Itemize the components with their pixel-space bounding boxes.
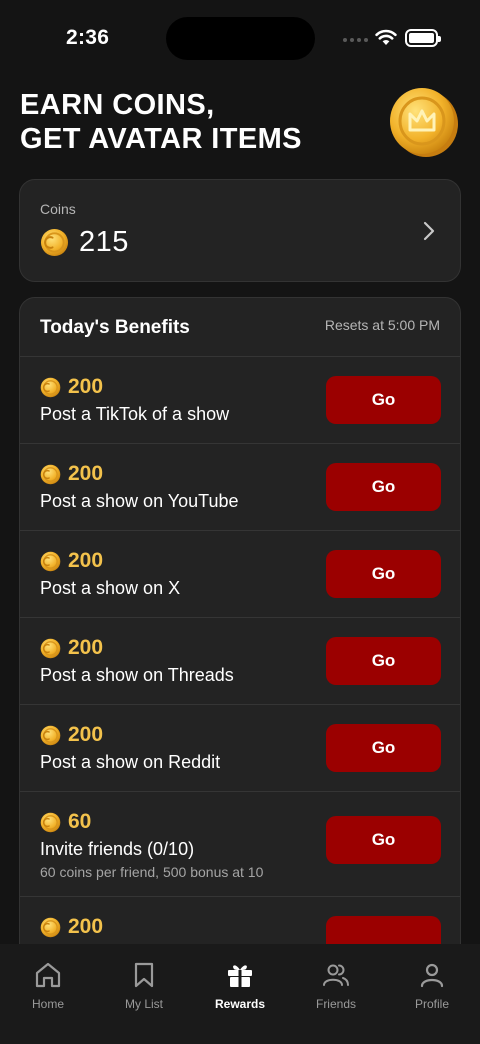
tab-friends[interactable]: Friends [288, 944, 384, 1044]
status-time: 2:36 [66, 26, 110, 49]
battery-icon [405, 29, 441, 47]
task-reward-amount: 200 [68, 462, 104, 485]
task-subtitle: 60 coins per friend, 500 bonus at 10 [40, 864, 264, 880]
task-reward: 200 [40, 915, 103, 939]
coin-icon [40, 377, 61, 397]
task-reward: 200 [40, 549, 103, 573]
task-title: Post a TikTok of a show [40, 404, 230, 424]
benefit-task-tiktok: 200 Post a TikTok of a show Go [20, 357, 460, 444]
gift-icon [228, 965, 252, 987]
home-icon [35, 962, 61, 988]
coin-icon [40, 228, 69, 257]
task-reward-amount: 200 [68, 636, 104, 659]
profile-icon [420, 963, 444, 988]
task-reward-amount: 60 [68, 810, 92, 833]
task-title: Post a show on Reddit [40, 752, 221, 772]
tab-my-list[interactable]: My List [96, 944, 192, 1044]
benefit-task-threads: 200 Post a show on Threads Go [20, 618, 460, 705]
benefits-header: Today's Benefits Resets at 5:00 PM [20, 298, 460, 357]
go-button-threads[interactable]: Go [326, 637, 441, 685]
task-reward: 60 [40, 810, 91, 834]
task-reward-amount: 200 [68, 915, 104, 938]
tab-profile[interactable]: Profile [384, 944, 480, 1044]
bookmark-icon [134, 962, 154, 988]
coins-balance-card[interactable]: Coins 215 [19, 179, 461, 282]
coin-icon [40, 638, 61, 658]
friends-icon [323, 964, 349, 986]
tab-rewards[interactable]: Rewards [192, 944, 288, 1044]
task-title: Invite friends (0/10) [40, 839, 195, 859]
coin-icon [40, 464, 61, 484]
benefits-title: Today's Benefits [40, 317, 190, 338]
coin-icon [40, 917, 61, 937]
cellular-signal-icon [343, 38, 368, 42]
tab-friends-label: Friends [315, 997, 356, 1011]
task-reward-amount: 200 [68, 375, 104, 398]
task-title: Post a show on YouTube [40, 491, 239, 511]
go-button-reddit[interactable]: Go [326, 724, 441, 772]
coins-balance-value: 215 [79, 226, 129, 258]
status-bar: 2:36 [0, 0, 480, 76]
bottom-tab-bar: Home My List Rewards Friends Profile [0, 944, 480, 1044]
page-title-line-2: GET AVATAR ITEMS [20, 123, 302, 155]
task-reward: 200 [40, 462, 103, 486]
crown-coin-icon [390, 88, 458, 157]
coin-icon [40, 812, 61, 832]
wifi-icon [375, 29, 397, 45]
page-title-line-1: EARN COINS, [20, 89, 215, 121]
reset-time-label: Resets at 5:00 PM [324, 317, 440, 333]
coin-icon [40, 551, 61, 571]
go-button-invite-friends[interactable]: Go [326, 816, 441, 864]
go-button-x[interactable]: Go [326, 550, 441, 598]
task-reward: 200 [40, 636, 103, 660]
tab-home-label: Home [31, 997, 64, 1011]
task-reward: 200 [40, 375, 103, 399]
task-title: Post a show on Threads [40, 665, 234, 685]
tab-my-list-label: My List [124, 997, 163, 1011]
tab-profile-label: Profile [414, 997, 449, 1011]
go-button-youtube[interactable]: Go [326, 463, 441, 511]
task-title: Post a show on X [40, 578, 181, 598]
tab-rewards-label: Rewards [214, 997, 266, 1011]
benefit-task-x: 200 Post a show on X Go [20, 531, 460, 618]
tab-home[interactable]: Home [0, 944, 96, 1044]
coins-label: Coins [40, 201, 76, 217]
task-reward-amount: 200 [68, 723, 104, 746]
coin-icon [40, 725, 61, 745]
dynamic-island [166, 17, 315, 60]
todays-benefits-card: Today's Benefits Resets at 5:00 PM 200 P… [19, 297, 461, 997]
go-button-tiktok[interactable]: Go [326, 376, 441, 424]
page-title: EARN COINS, GET AVATAR ITEMS [20, 88, 302, 156]
benefit-task-youtube: 200 Post a show on YouTube Go [20, 444, 460, 531]
task-reward: 200 [40, 723, 103, 747]
benefit-task-invite-friends: 60 Invite friends (0/10) 60 coins per fr… [20, 792, 460, 897]
task-reward-amount: 200 [68, 549, 104, 572]
chevron-right-icon [423, 221, 435, 241]
benefit-task-reddit: 200 Post a show on Reddit Go [20, 705, 460, 792]
